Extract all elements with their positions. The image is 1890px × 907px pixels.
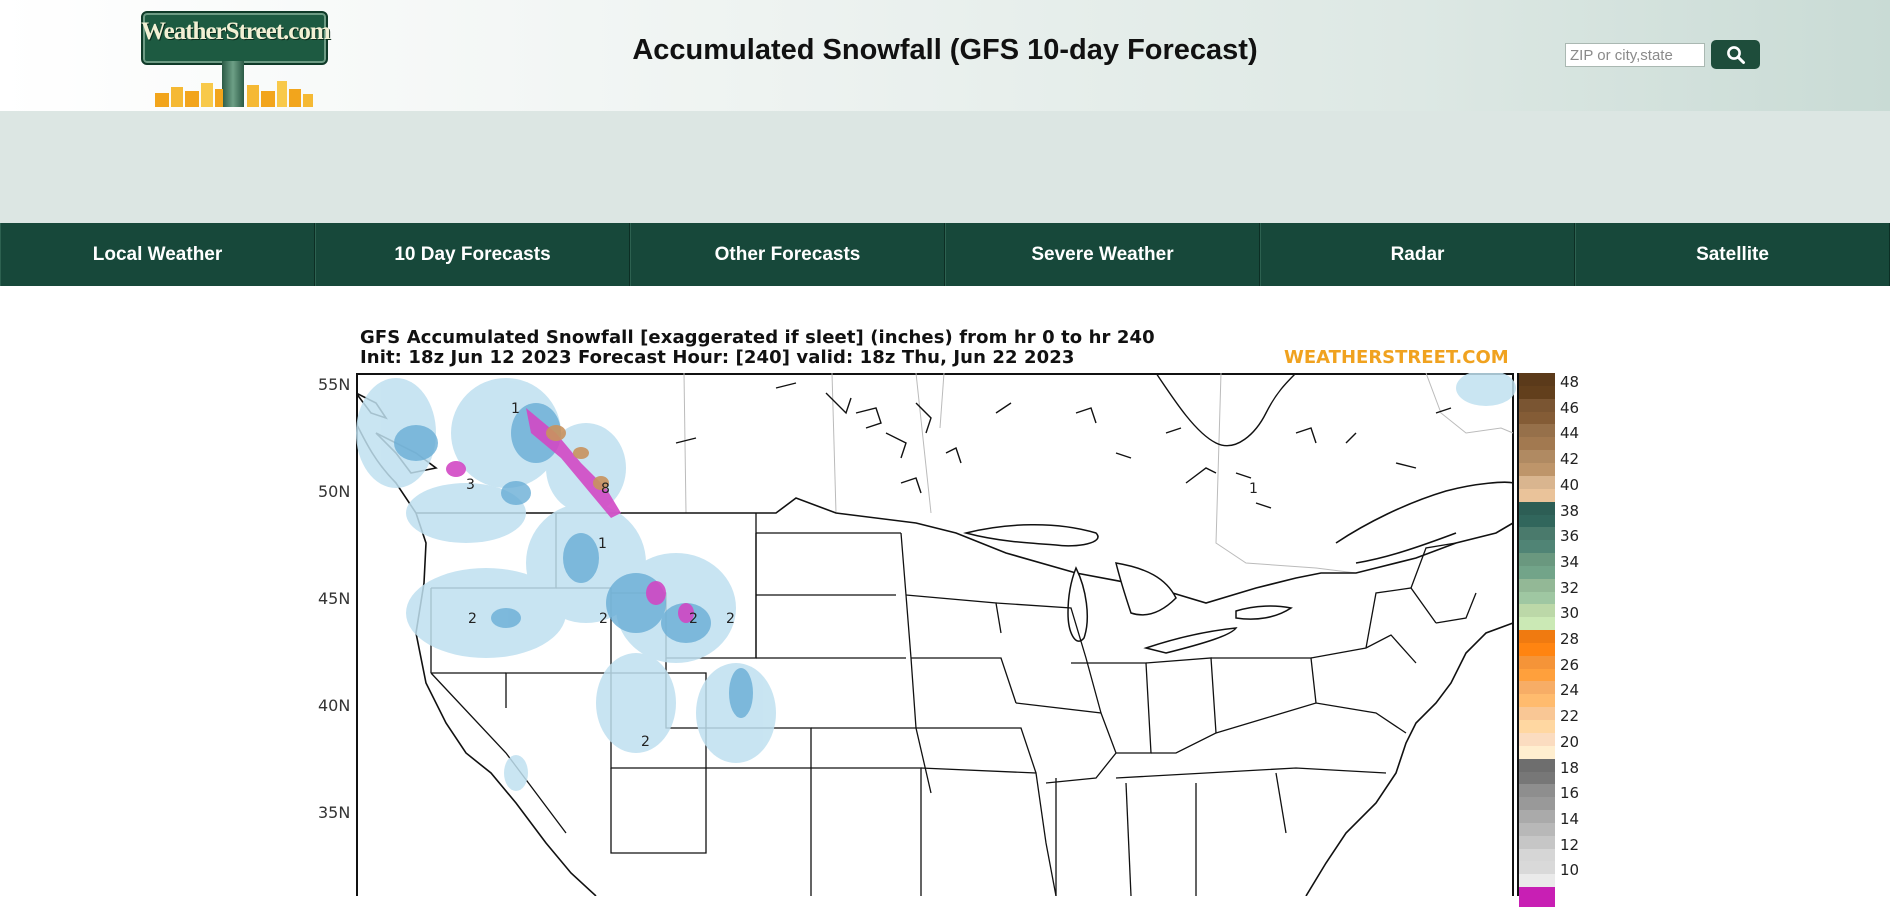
legend-swatch xyxy=(1519,720,1555,734)
legend-label: 24 xyxy=(1560,681,1580,700)
nav-item-satellite[interactable]: Satellite xyxy=(1575,223,1890,286)
legend-label: 44 xyxy=(1560,424,1580,443)
legend-swatch xyxy=(1519,874,1555,888)
latitude-label-45n: 45N xyxy=(318,589,351,608)
snow-value-label: 2 xyxy=(726,611,735,627)
legend-swatch xyxy=(1519,797,1555,811)
map-subtitle: Init: 18z Jun 12 2023 Forecast Hour: [24… xyxy=(360,347,1075,368)
legend-label: 18 xyxy=(1560,758,1580,777)
nav-item-radar[interactable]: Radar xyxy=(1260,223,1575,286)
nav-item-other-forecasts[interactable]: Other Forecasts xyxy=(630,223,945,286)
snow-value-label: 3 xyxy=(466,477,475,493)
latitude-label-35n: 35N xyxy=(318,803,351,822)
legend-label: 30 xyxy=(1560,604,1580,623)
legend-swatch xyxy=(1519,450,1555,464)
legend-swatch xyxy=(1519,565,1555,579)
legend-swatch xyxy=(1519,630,1555,643)
snowfall-legend xyxy=(1517,373,1559,907)
legend-label: 32 xyxy=(1560,578,1580,597)
legend-swatch xyxy=(1519,437,1555,451)
legend-label: 36 xyxy=(1560,527,1580,546)
legend-swatch xyxy=(1519,771,1555,785)
legend-swatch xyxy=(1519,411,1555,425)
map-brand-label: WEATHERSTREET.COM xyxy=(1284,347,1509,368)
main-navigation: Local Weather 10 Day Forecasts Other For… xyxy=(0,223,1890,286)
nav-item-local-weather[interactable]: Local Weather xyxy=(0,223,315,286)
legend-swatch xyxy=(1519,887,1555,907)
legend-swatch xyxy=(1519,514,1555,528)
search-button[interactable] xyxy=(1711,40,1760,69)
legend-swatch xyxy=(1519,386,1555,399)
legend-label: 26 xyxy=(1560,655,1580,674)
location-search-input[interactable] xyxy=(1565,43,1705,67)
snowfall-map[interactable]: 1 3 8 2 2 2 2 2 1 1 xyxy=(356,373,1516,896)
legend-swatch xyxy=(1519,822,1555,836)
legend-swatch xyxy=(1519,475,1555,489)
site-header: WeatherStreet.com Accumulated Snowfall (… xyxy=(0,0,1890,111)
search-icon xyxy=(1726,45,1745,64)
logo-skyline xyxy=(155,81,313,107)
legend-swatch xyxy=(1519,745,1555,759)
legend-swatch xyxy=(1519,552,1555,566)
legend-label: 40 xyxy=(1560,475,1580,494)
nav-item-severe-weather[interactable]: Severe Weather xyxy=(945,223,1260,286)
legend-swatch xyxy=(1519,617,1555,631)
legend-swatch xyxy=(1519,501,1555,515)
legend-swatch xyxy=(1519,578,1555,592)
legend-label: 38 xyxy=(1560,501,1580,520)
snow-value-label: 1 xyxy=(598,536,607,552)
snow-value-label: 2 xyxy=(599,611,608,627)
legend-swatch xyxy=(1519,604,1555,618)
latitude-label-55n: 55N xyxy=(318,375,351,394)
legend-swatch xyxy=(1519,527,1555,541)
legend-swatch xyxy=(1519,373,1555,386)
snow-value-label: 2 xyxy=(689,611,698,627)
legend-swatch xyxy=(1519,784,1555,798)
legend-label: 22 xyxy=(1560,707,1580,726)
legend-swatch xyxy=(1519,848,1555,862)
weatherstreet-logo[interactable]: WeatherStreet.com xyxy=(141,11,331,107)
legend-swatch xyxy=(1519,732,1555,746)
legend-label: 46 xyxy=(1560,398,1580,417)
legend-swatch xyxy=(1519,668,1555,682)
legend-label: 10 xyxy=(1560,861,1580,880)
nav-item-10-day-forecasts[interactable]: 10 Day Forecasts xyxy=(315,223,630,286)
legend-label: 42 xyxy=(1560,450,1580,469)
legend-label: 20 xyxy=(1560,732,1580,751)
latitude-label-40n: 40N xyxy=(318,696,351,715)
snow-value-label: 2 xyxy=(468,611,477,627)
advertisement-area xyxy=(0,111,1890,223)
legend-label: 34 xyxy=(1560,552,1580,571)
legend-swatch xyxy=(1519,861,1555,875)
legend-swatch xyxy=(1519,681,1555,695)
legend-swatch xyxy=(1519,488,1555,502)
map-title: GFS Accumulated Snowfall [exaggerated if… xyxy=(360,327,1155,348)
legend-swatch xyxy=(1519,758,1555,772)
legend-swatch xyxy=(1519,540,1555,554)
legend-swatch xyxy=(1519,463,1555,477)
legend-swatch xyxy=(1519,424,1555,438)
legend-swatch xyxy=(1519,694,1555,708)
legend-swatch xyxy=(1519,835,1555,849)
snow-value-label: 1 xyxy=(511,401,520,417)
legend-swatch xyxy=(1519,398,1555,412)
legend-swatch xyxy=(1519,707,1555,721)
legend-label: 14 xyxy=(1560,809,1580,828)
snow-value-label: 8 xyxy=(601,481,610,497)
legend-label: 48 xyxy=(1560,373,1580,391)
legend-swatch xyxy=(1519,643,1555,656)
snow-value-label: 2 xyxy=(641,734,650,750)
legend-label: 28 xyxy=(1560,630,1580,648)
legend-label: 16 xyxy=(1560,784,1580,803)
latitude-label-50n: 50N xyxy=(318,482,351,501)
logo-text: WeatherStreet.com xyxy=(141,18,331,45)
legend-swatch xyxy=(1519,655,1555,669)
legend-swatch xyxy=(1519,591,1555,605)
legend-label: 12 xyxy=(1560,835,1580,854)
legend-swatch xyxy=(1519,809,1555,823)
snow-value-label: 1 xyxy=(1249,481,1258,497)
page-title: Accumulated Snowfall (GFS 10-day Forecas… xyxy=(632,34,1258,66)
